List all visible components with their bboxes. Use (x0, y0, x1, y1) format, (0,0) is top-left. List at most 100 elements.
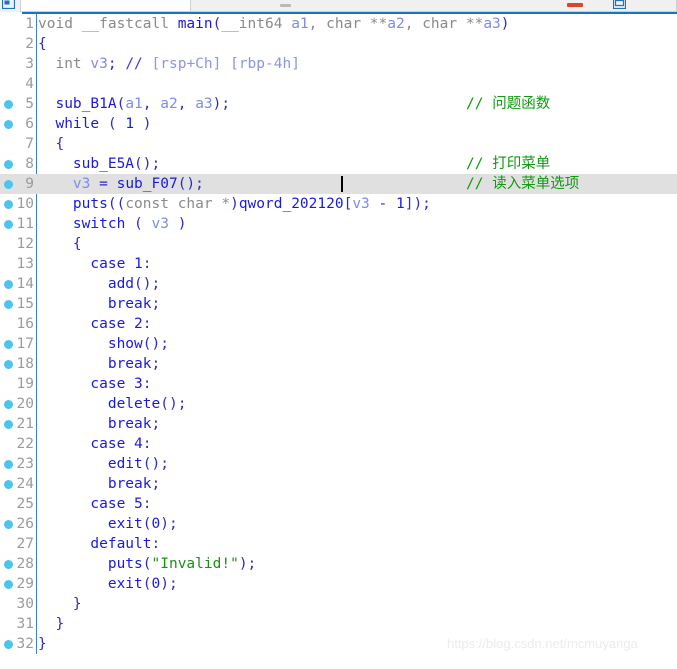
code-line[interactable]: 21 break; (0, 414, 677, 434)
code-text[interactable]: sub_B1A(a1, a2, a3); (38, 94, 230, 114)
code-text[interactable]: default: (38, 534, 160, 554)
code-line[interactable]: 4 (0, 74, 677, 94)
line-number: 25 (16, 496, 34, 512)
code-line[interactable]: 6 while ( 1 ) (0, 114, 677, 134)
code-text[interactable]: v3 = sub_F07(); (38, 174, 204, 194)
code-line[interactable]: 7 { (0, 134, 677, 154)
code-line[interactable]: 13 case 1: (0, 254, 677, 274)
code-text[interactable]: break; (38, 354, 160, 374)
code-token: case (90, 496, 135, 512)
code-text[interactable]: sub_E5A(); (38, 154, 160, 174)
code-line[interactable]: 16 case 2: (0, 314, 677, 334)
code-token: 1 (134, 256, 143, 272)
code-line[interactable]: 5 sub_B1A(a1, a2, a3); // 问题函数 (0, 94, 677, 114)
code-text[interactable]: case 5: (38, 494, 151, 514)
code-token: puts (107, 556, 143, 572)
code-listing[interactable]: 1 void __fastcall main(__int64 a1, char *… (0, 14, 677, 654)
window-icon (2, 0, 15, 9)
code-text[interactable]: while ( 1 ) (38, 114, 151, 134)
line-number: 9 (25, 176, 34, 192)
code-line[interactable]: 10 puts((const char *)qword_202120[v3 - … (0, 194, 677, 214)
code-text[interactable]: int v3; // [rsp+Ch] [rbp-4h] (38, 54, 300, 74)
pseudocode-window: IDA View-A Pseudocode-A 1void __fastcall… (0, 0, 677, 669)
code-text[interactable]: case 1: (38, 254, 152, 274)
code-text[interactable]: show(); (38, 334, 169, 354)
code-line[interactable]: 12 { (0, 234, 677, 254)
code-line[interactable]: 17 show(); (0, 334, 677, 354)
code-text[interactable]: break; (38, 294, 160, 314)
code-text[interactable]: puts((const char *)qword_202120[v3 - 1])… (38, 194, 431, 214)
pseudocode-editor[interactable]: 1 void __fastcall main(__int64 a1, char *… (0, 14, 677, 669)
comment-text: 打印菜单 (492, 156, 551, 172)
code-token: char (326, 16, 370, 32)
code-text[interactable]: break; (38, 414, 160, 434)
code-text[interactable]: exit(0); (38, 574, 178, 594)
code-text[interactable]: case 2: (38, 314, 151, 334)
line-number: 8 (25, 156, 34, 172)
code-token: : (142, 256, 152, 272)
code-token: edit (107, 456, 143, 472)
code-line[interactable]: 31 } (0, 614, 677, 634)
code-token: 4 (134, 436, 143, 452)
code-text[interactable]: switch ( v3 ) (38, 214, 187, 234)
close-icon[interactable] (567, 3, 583, 7)
code-line[interactable]: 15 break; (0, 294, 677, 314)
code-text[interactable]: case 3: (38, 374, 151, 394)
code-line[interactable]: 25 case 5: (0, 494, 677, 514)
code-token: case (90, 316, 135, 332)
code-line[interactable]: 23 edit(); (0, 454, 677, 474)
code-line[interactable]: 8 sub_E5A(); // 打印菜单 (0, 154, 677, 174)
code-token: : (151, 536, 161, 552)
code-line[interactable]: 27 default: (0, 534, 677, 554)
code-line[interactable]: 20 delete(); (0, 394, 677, 414)
code-text[interactable]: } (38, 634, 47, 654)
code-text[interactable]: delete(); (38, 394, 187, 414)
code-text[interactable]: } (38, 594, 82, 614)
code-line[interactable]: 26 exit(0); (0, 514, 677, 534)
code-token: ( (116, 96, 126, 112)
code-text[interactable]: puts("Invalid!"); (38, 554, 256, 574)
code-text[interactable]: { (38, 134, 64, 154)
code-line[interactable]: 29 exit(0); (0, 574, 677, 594)
code-text[interactable]: edit(); (38, 454, 169, 474)
code-text[interactable]: break; (38, 474, 160, 494)
code-token: ); (212, 96, 231, 112)
minimize-icon[interactable] (280, 4, 291, 7)
ida-view-title: IDA View-A (120, 0, 175, 1)
code-text[interactable]: exit(0); (38, 514, 178, 534)
code-line[interactable]: 28 puts("Invalid!"); (0, 554, 677, 574)
code-token: char (422, 16, 466, 32)
line-number: 26 (16, 516, 34, 532)
code-line[interactable]: 19 case 3: (0, 374, 677, 394)
line-number: 24 (16, 476, 34, 492)
code-text[interactable]: void __fastcall main(__int64 a1, char **… (38, 14, 510, 34)
code-text[interactable]: add(); (38, 274, 160, 294)
code-text[interactable]: { (38, 234, 82, 254)
code-token: (); (160, 396, 187, 412)
code-line[interactable]: 2{ (0, 34, 677, 54)
code-line[interactable]: 24 break; (0, 474, 677, 494)
line-number: 22 (16, 436, 34, 452)
code-line[interactable]: 1 void __fastcall main(__int64 a1, char *… (0, 14, 677, 34)
line-number: 3 (25, 56, 34, 72)
line-number: 13 (16, 256, 34, 272)
code-line[interactable]: 9 v3 = sub_F07(); // 读入菜单选项 (0, 174, 677, 194)
code-line[interactable]: 30 } (0, 594, 677, 614)
code-token: } (72, 596, 82, 612)
code-token: a1 (291, 16, 309, 32)
pseudocode-window-frame[interactable] (190, 0, 677, 12)
code-token: [rsp+Ch] [rbp-4h] (151, 56, 300, 72)
line-number: 19 (16, 376, 34, 392)
code-line[interactable]: 11 switch ( v3 ) (0, 214, 677, 234)
code-token: case (90, 376, 135, 392)
code-line[interactable]: 22 case 4: (0, 434, 677, 454)
code-line[interactable]: 14 add(); (0, 274, 677, 294)
code-text[interactable]: } (38, 614, 64, 634)
code-line[interactable]: 18 break; (0, 354, 677, 374)
code-text[interactable]: case 4: (38, 434, 151, 454)
line-number: 20 (16, 396, 34, 412)
code-text[interactable]: { (38, 34, 47, 54)
line-number: 18 (16, 356, 34, 372)
code-line[interactable]: 3 int v3; // [rsp+Ch] [rbp-4h] (0, 54, 677, 74)
code-token: 0 (151, 516, 161, 532)
